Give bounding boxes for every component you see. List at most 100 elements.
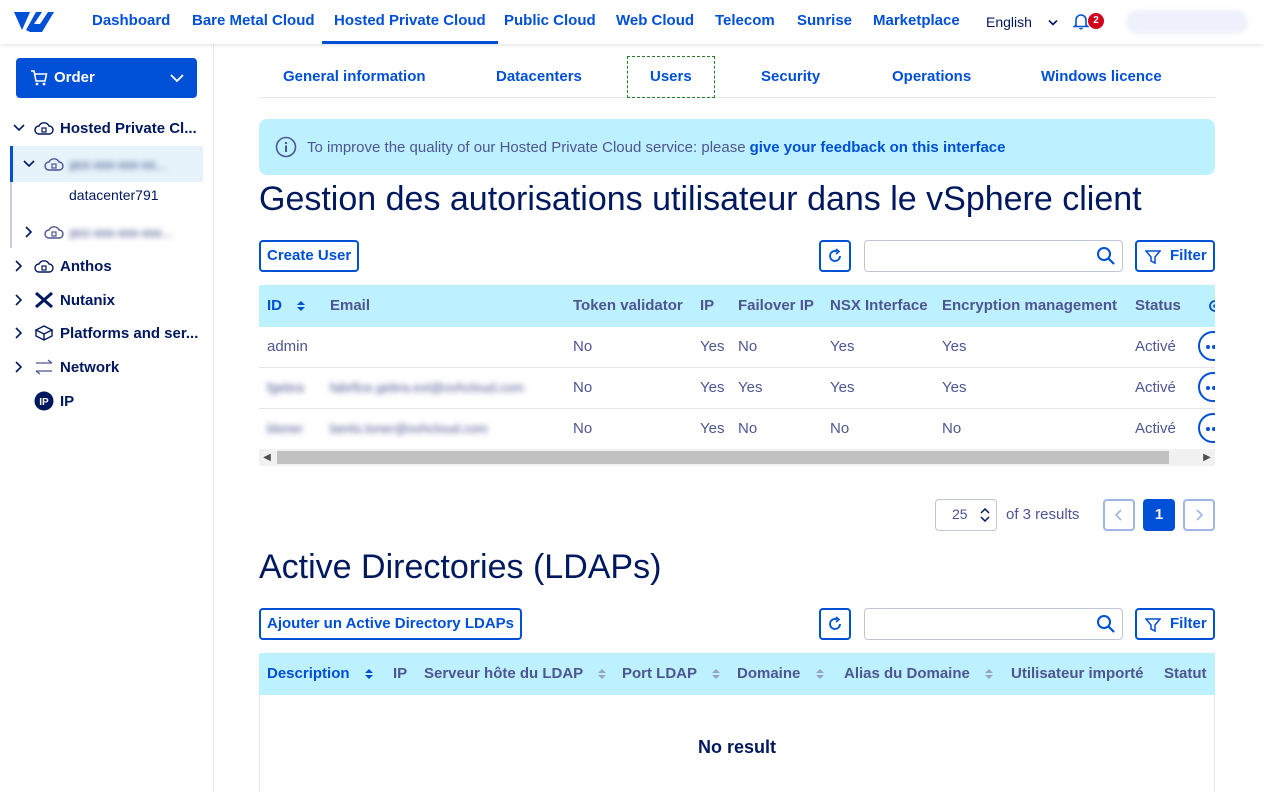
cell-encryption: No bbox=[942, 420, 962, 437]
filter-icon bbox=[1145, 250, 1161, 265]
scroll-right-icon[interactable]: ▶ bbox=[1199, 449, 1215, 466]
sidebar-item-datacenter791[interactable]: datacenter791 bbox=[69, 187, 159, 203]
column-header-failover-ip[interactable]: Failover IP bbox=[738, 285, 814, 327]
svg-text:IP: IP bbox=[39, 397, 49, 408]
column-header-token-validator[interactable]: Token validator bbox=[573, 285, 683, 327]
nav-telecom[interactable]: Telecom bbox=[715, 0, 775, 44]
sidebar-item-anthos[interactable]: Anthos bbox=[12, 249, 112, 283]
cell-email-redacted: fabrfice.gebra.ext@ovhcloud.com bbox=[330, 380, 524, 395]
chevron-left-icon bbox=[1114, 509, 1122, 521]
sort-icon bbox=[364, 669, 373, 680]
filter-button[interactable]: Filter bbox=[1135, 608, 1215, 640]
page-number-button[interactable]: 1 bbox=[1143, 499, 1175, 531]
per-page-select[interactable]: 25 bbox=[935, 499, 997, 531]
nav-public-cloud[interactable]: Public Cloud bbox=[504, 0, 596, 44]
cell-token: No bbox=[573, 420, 593, 437]
row-actions-button[interactable] bbox=[1198, 372, 1215, 402]
redacted-service-name: pcc-xxx-xxx-xxx... bbox=[70, 224, 173, 240]
column-label: ID bbox=[267, 297, 282, 314]
scroll-left-icon[interactable]: ◀ bbox=[259, 449, 275, 466]
column-header-ldap-port[interactable]: Port LDAP bbox=[622, 653, 721, 695]
tab-datacenters[interactable]: Datacenters bbox=[496, 56, 582, 98]
sidebar-item-hosted-private-cloud[interactable]: Hosted Private Cl... bbox=[12, 111, 197, 145]
order-button[interactable]: Order bbox=[16, 58, 197, 98]
cell-ip: Yes bbox=[700, 338, 725, 355]
sidebar-item-label: Hosted Private Cl... bbox=[60, 119, 197, 137]
column-header-status[interactable]: Statut bbox=[1164, 653, 1207, 695]
search-input[interactable] bbox=[864, 240, 1123, 272]
sidebar-item-pcc-1[interactable]: pcc-xxx-xxx-xx... bbox=[22, 147, 166, 181]
column-header-imported-user[interactable]: Utilisateur importé bbox=[1011, 653, 1144, 695]
next-page-button[interactable] bbox=[1183, 499, 1215, 531]
tab-users[interactable]: Users bbox=[627, 56, 715, 98]
nav-sunrise[interactable]: Sunrise bbox=[797, 0, 852, 44]
sidebar-item-nutanix[interactable]: Nutanix bbox=[12, 283, 115, 317]
table-header: Description IP Serveur hôte du LDAP Port… bbox=[259, 653, 1215, 695]
gear-icon[interactable] bbox=[1207, 298, 1215, 314]
sidebar-item-network[interactable]: Network bbox=[12, 350, 119, 384]
tab-windows-licence[interactable]: Windows licence bbox=[1041, 56, 1162, 98]
column-header-description[interactable]: Description bbox=[267, 653, 374, 695]
search-icon[interactable] bbox=[1096, 246, 1116, 266]
tab-operations[interactable]: Operations bbox=[892, 56, 971, 98]
chevron-down-icon bbox=[170, 74, 184, 83]
column-header-encryption[interactable]: Encryption management bbox=[942, 285, 1117, 327]
create-user-button[interactable]: Create User bbox=[259, 240, 360, 272]
column-header-ip[interactable]: IP bbox=[700, 285, 714, 327]
selected-indicator bbox=[10, 146, 13, 182]
column-header-id[interactable]: ID bbox=[267, 285, 306, 327]
top-navigation: Dashboard Bare Metal Cloud Hosted Privat… bbox=[0, 0, 1264, 44]
add-ldap-button[interactable]: Ajouter un Active Directory LDAPs bbox=[259, 608, 522, 640]
filter-label: Filter bbox=[1170, 247, 1207, 264]
nav-web-cloud[interactable]: Web Cloud bbox=[616, 0, 694, 44]
filter-button[interactable]: Filter bbox=[1135, 240, 1215, 272]
sidebar-item-ip[interactable]: IP IP bbox=[34, 384, 74, 418]
sort-icon bbox=[297, 301, 306, 312]
notification-badge: 2 bbox=[1088, 13, 1104, 29]
search-input[interactable] bbox=[864, 608, 1123, 640]
column-header-nsx-interface[interactable]: NSX Interface bbox=[830, 285, 928, 327]
prev-page-button[interactable] bbox=[1103, 499, 1135, 531]
tab-general-information[interactable]: General information bbox=[283, 56, 426, 98]
column-header-status[interactable]: Status bbox=[1135, 285, 1181, 327]
refresh-button[interactable] bbox=[819, 608, 851, 640]
column-header-ip[interactable]: IP bbox=[393, 653, 407, 695]
ldap-table: Description IP Serveur hôte du LDAP Port… bbox=[259, 653, 1215, 695]
nav-bare-metal-cloud[interactable]: Bare Metal Cloud bbox=[192, 0, 315, 44]
sidebar-item-label: Platforms and ser... bbox=[60, 324, 199, 342]
cell-token: No bbox=[573, 379, 593, 396]
nav-dashboard[interactable]: Dashboard bbox=[92, 0, 170, 44]
table-row: fgebra fabrfice.gebra.ext@ovhcloud.com N… bbox=[259, 368, 1215, 409]
row-actions-button[interactable] bbox=[1198, 413, 1215, 443]
sort-icon bbox=[711, 669, 720, 680]
tree-connector bbox=[10, 182, 12, 248]
column-header-ldap-host[interactable]: Serveur hôte du LDAP bbox=[424, 653, 607, 695]
column-label: Alias du Domaine bbox=[844, 665, 970, 682]
banner-text: To improve the quality of our Hosted Pri… bbox=[307, 138, 746, 156]
search-icon[interactable] bbox=[1096, 614, 1116, 634]
refresh-icon bbox=[829, 248, 841, 262]
language-label: English bbox=[986, 14, 1032, 30]
user-menu[interactable] bbox=[1126, 10, 1248, 34]
nav-hosted-private-cloud[interactable]: Hosted Private Cloud bbox=[322, 0, 498, 44]
ovhcloud-logo[interactable] bbox=[12, 8, 56, 36]
sidebar-item-pcc-2[interactable]: pcc-xxx-xxx-xxx... bbox=[22, 215, 173, 249]
row-actions-button[interactable] bbox=[1198, 331, 1215, 361]
refresh-button[interactable] bbox=[819, 240, 851, 272]
ldap-section-title: Active Directories (LDAPs) bbox=[259, 548, 662, 586]
chevron-right-icon bbox=[15, 260, 23, 272]
horizontal-scrollbar[interactable]: ◀ ▶ bbox=[259, 449, 1215, 466]
language-selector[interactable]: English bbox=[986, 0, 1058, 44]
column-header-email[interactable]: Email bbox=[330, 285, 370, 327]
column-header-domain-alias[interactable]: Alias du Domaine bbox=[844, 653, 994, 695]
nav-marketplace[interactable]: Marketplace bbox=[873, 0, 960, 44]
table-row: admin No Yes No Yes Yes Activé bbox=[259, 327, 1215, 368]
cell-email-redacted: benlo.loner@ovhcloud.com bbox=[330, 421, 488, 436]
tab-security[interactable]: Security bbox=[761, 56, 820, 98]
column-header-domain[interactable]: Domaine bbox=[737, 653, 825, 695]
cell-ip: Yes bbox=[700, 420, 725, 437]
sidebar-item-platforms[interactable]: Platforms and ser... bbox=[12, 316, 198, 350]
cell-nsx: Yes bbox=[830, 379, 855, 396]
feedback-link[interactable]: give your feedback on this interface bbox=[750, 139, 1006, 156]
scrollbar-thumb[interactable] bbox=[277, 451, 1169, 464]
